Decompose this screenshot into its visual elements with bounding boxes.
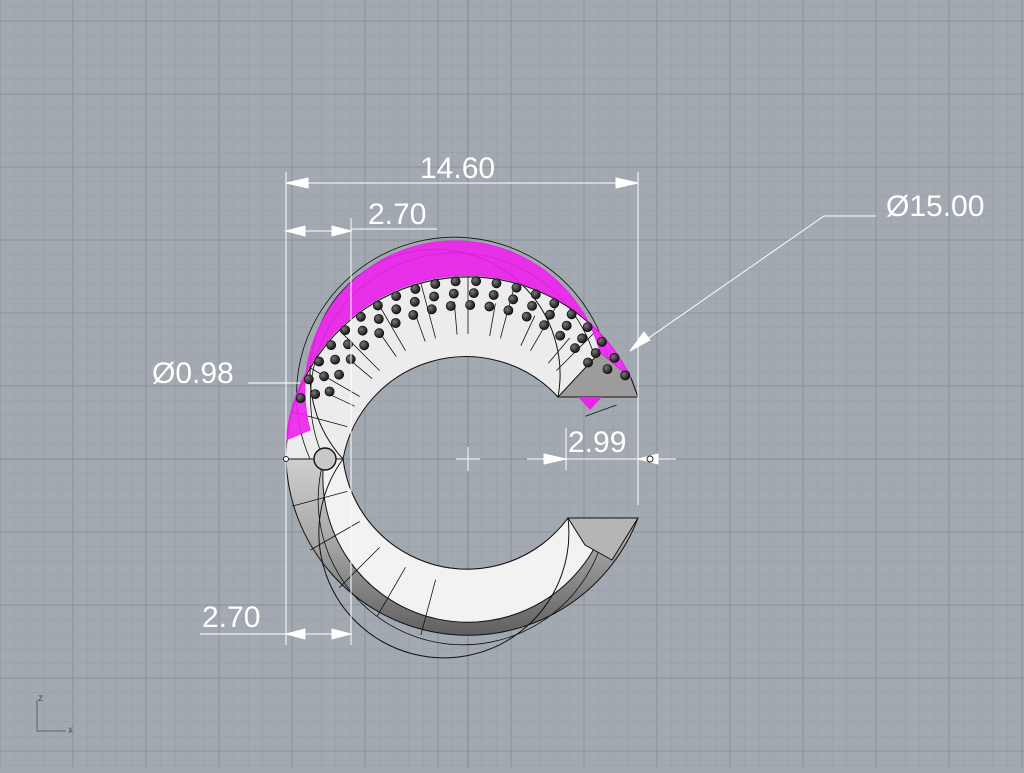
pave-stone[interactable] <box>530 289 541 300</box>
pave-stone[interactable] <box>373 314 384 324</box>
pave-stone[interactable] <box>471 276 481 287</box>
pave-stone[interactable] <box>545 309 555 320</box>
pave-stone[interactable] <box>319 371 329 382</box>
rhino-top-viewport[interactable]: 14.60 2.70 Ø15.00 Ø0.98 2.99 2.70 z x <box>0 0 1024 768</box>
pave-stone[interactable] <box>303 374 314 385</box>
viewport-canvas[interactable]: 14.60 2.70 Ø15.00 Ø0.98 2.99 2.70 z x <box>0 0 1024 768</box>
pave-stone[interactable] <box>503 305 514 316</box>
pave-stone[interactable] <box>429 291 439 302</box>
pave-stone[interactable] <box>555 330 566 341</box>
pave-stone[interactable] <box>372 300 383 311</box>
pave-stone[interactable] <box>549 298 560 309</box>
pave-stone[interactable] <box>410 284 421 294</box>
pave-stone[interactable] <box>430 279 441 289</box>
pave-stone[interactable] <box>488 290 499 300</box>
pave-stone[interactable] <box>448 288 459 299</box>
pave-stone[interactable] <box>340 325 351 335</box>
pave-stone[interactable] <box>355 311 366 322</box>
dim-outer-diameter[interactable]: Ø15.00 <box>886 190 984 223</box>
pave-stone[interactable] <box>468 288 479 298</box>
pave-stone[interactable] <box>491 278 502 289</box>
pave-stone[interactable] <box>602 364 613 374</box>
pave-stone[interactable] <box>330 354 340 365</box>
pave-stone[interactable] <box>577 333 587 344</box>
pave-stone[interactable] <box>314 356 324 367</box>
pave-stone[interactable] <box>583 357 593 368</box>
pave-stone[interactable] <box>408 310 419 320</box>
pave-stone[interactable] <box>521 311 532 322</box>
quadrant-point <box>283 456 289 462</box>
world-axes-icon <box>36 700 66 732</box>
pave-stone[interactable] <box>310 389 321 399</box>
snap-point <box>646 455 654 463</box>
pave-stone[interactable] <box>620 370 631 381</box>
origin-marker <box>456 447 480 471</box>
pave-stone[interactable] <box>324 386 335 397</box>
pave-stone[interactable] <box>409 296 420 307</box>
dim-overall-width[interactable]: 14.60 <box>420 152 495 185</box>
pave-stone[interactable] <box>465 300 476 310</box>
pave-stone[interactable] <box>484 301 495 312</box>
dim-gap[interactable]: 2.99 <box>568 426 626 459</box>
pave-stone[interactable] <box>445 301 456 311</box>
pave-stone[interactable] <box>508 294 519 305</box>
axis-icon-z-label: z <box>38 693 43 704</box>
pave-stone[interactable] <box>590 348 601 358</box>
pave-stone[interactable] <box>334 369 344 380</box>
pave-stone[interactable] <box>570 343 580 354</box>
pave-stone[interactable] <box>582 322 593 332</box>
pave-stone[interactable] <box>374 328 385 339</box>
pave-stone[interactable] <box>426 304 437 315</box>
pave-stone[interactable] <box>566 309 577 320</box>
pave-stone[interactable] <box>597 336 607 347</box>
pave-stone[interactable] <box>357 325 368 336</box>
dim-bottom-offset[interactable]: 2.70 <box>202 601 260 634</box>
pave-stone[interactable] <box>450 276 461 287</box>
pave-stone[interactable] <box>609 352 620 363</box>
pave-stone[interactable] <box>326 340 337 350</box>
pave-stone[interactable] <box>527 300 537 311</box>
axis-icon-x-label: x <box>68 725 73 736</box>
pave-stone[interactable] <box>539 320 549 330</box>
pave-stone[interactable] <box>511 282 522 293</box>
pave-stone[interactable] <box>561 320 572 331</box>
pave-stone[interactable] <box>390 318 401 328</box>
pave-stone[interactable] <box>359 340 370 351</box>
dim-top-offset[interactable]: 2.70 <box>368 198 426 231</box>
stone-diameter-circle[interactable] <box>313 447 337 471</box>
dim-stone-diameter[interactable]: Ø0.98 <box>152 357 234 390</box>
pave-stone[interactable] <box>295 393 306 403</box>
pave-stone[interactable] <box>391 304 402 315</box>
pave-stone[interactable] <box>391 291 402 301</box>
